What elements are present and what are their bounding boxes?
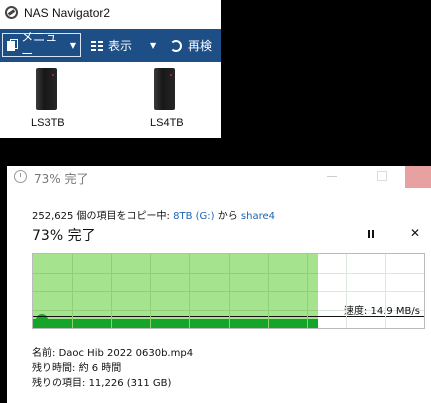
speed-spike bbox=[36, 314, 48, 320]
speed-history-fill bbox=[33, 319, 318, 328]
speed-label: 速度: 14.9 MB/s bbox=[343, 306, 420, 317]
maximize-button[interactable] bbox=[377, 171, 387, 181]
refresh-button[interactable]: 再検 bbox=[170, 29, 212, 62]
copy-window-title: 73% 完了 bbox=[34, 172, 89, 186]
nas-navigator-logo-icon bbox=[5, 6, 18, 19]
pause-button[interactable] bbox=[366, 229, 376, 239]
clock-icon bbox=[14, 170, 27, 183]
name-value: Daoc Hib 2022 0630b.mp4 bbox=[58, 348, 194, 359]
graph-gridline bbox=[111, 254, 112, 328]
documents-icon bbox=[7, 38, 19, 52]
nas-navigator-window: NAS Navigator2 メニュー ▼ 表示 ▼ 再検 bbox=[0, 0, 221, 62]
destination-link[interactable]: share4 bbox=[241, 211, 275, 222]
nas-device-area: LS3TB LS4TB bbox=[0, 62, 221, 138]
items-left-value: 11,226 (311 GB) bbox=[88, 378, 172, 389]
graph-gridline bbox=[385, 254, 386, 328]
copy-summary-prefix: 252,625 個の項目をコピー中: bbox=[32, 211, 174, 222]
view-button[interactable]: 表示 ▼ bbox=[91, 29, 156, 62]
copy-summary-mid: から bbox=[214, 211, 241, 222]
refresh-label: 再検 bbox=[188, 39, 213, 53]
items-left-row: 残りの項目: 11,226 (311 GB) bbox=[32, 374, 171, 389]
chevron-down-icon: ▼ bbox=[150, 41, 157, 50]
name-label: 名前: bbox=[32, 348, 56, 359]
minimize-button[interactable] bbox=[327, 176, 337, 177]
list-view-icon bbox=[91, 40, 103, 52]
graph-gridline bbox=[189, 254, 190, 328]
time-left-row: 残り時間: 約 6 時間 bbox=[32, 359, 121, 374]
nas-toolbar: メニュー ▼ 表示 ▼ 再検 bbox=[0, 29, 221, 62]
copy-summary: 252,625 個の項目をコピー中: 8TB (G:) から share4 bbox=[32, 207, 275, 222]
graph-gridline bbox=[346, 254, 347, 328]
menu-button[interactable]: メニュー ▼ bbox=[2, 30, 81, 61]
view-label: 表示 bbox=[108, 39, 133, 53]
time-left-label: 残り時間: bbox=[32, 363, 76, 374]
nas-title-bar: NAS Navigator2 bbox=[0, 0, 221, 29]
graph-gridline bbox=[229, 254, 230, 328]
graph-gridline bbox=[72, 254, 73, 328]
chevron-down-icon: ▼ bbox=[69, 40, 76, 50]
file-name-row: 名前: Daoc Hib 2022 0630b.mp4 bbox=[32, 344, 193, 359]
items-left-label: 残りの項目: bbox=[32, 378, 86, 389]
copy-progress-window: 73% 完了 252,625 個の項目をコピー中: 8TB (G:) から sh… bbox=[7, 166, 431, 403]
transfer-speed-graph: 速度: 14.9 MB/s bbox=[32, 253, 425, 329]
cancel-copy-button[interactable]: ✕ bbox=[410, 226, 420, 240]
nas-device-icon bbox=[154, 68, 175, 110]
progress-percent-text: 73% 完了 bbox=[32, 228, 96, 244]
graph-gridline bbox=[307, 254, 308, 328]
refresh-icon bbox=[170, 39, 182, 52]
pause-icon bbox=[368, 230, 370, 238]
nas-device-icon bbox=[36, 68, 57, 110]
graph-gridline bbox=[268, 254, 269, 328]
window-close-button[interactable] bbox=[405, 166, 431, 188]
graph-gridline bbox=[150, 254, 151, 328]
menu-label: メニュー bbox=[21, 30, 58, 61]
time-left-value: 約 6 時間 bbox=[78, 363, 122, 374]
copy-title-bar: 73% 完了 bbox=[7, 166, 431, 188]
nas-window-title: NAS Navigator2 bbox=[24, 6, 111, 20]
source-link[interactable]: 8TB (G:) bbox=[173, 211, 214, 222]
nas-device-label: LS4TB bbox=[150, 117, 184, 129]
nas-device-label: LS3TB bbox=[31, 117, 65, 129]
